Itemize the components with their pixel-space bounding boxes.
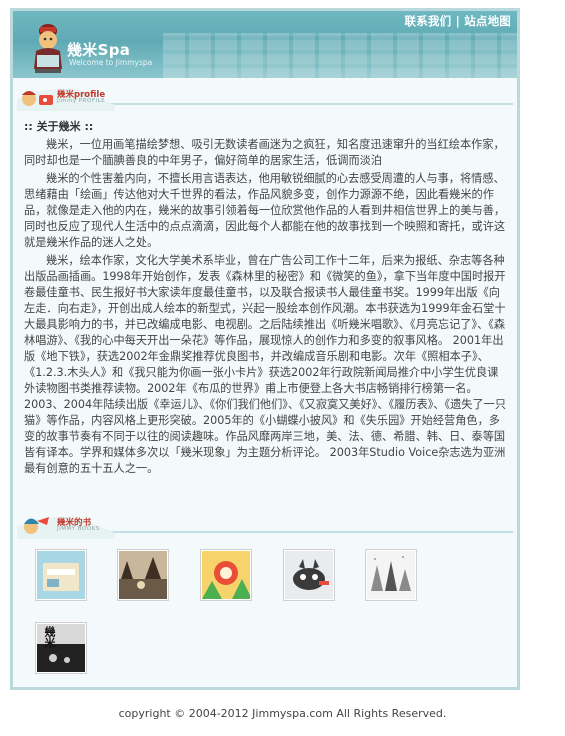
profile-paragraph: 幾米，绘本作家，文化大学美术系毕业，曾在广告公司工作十二年，后来为报纸、杂志等各… [24, 254, 507, 475]
book-cover-art [285, 551, 333, 599]
profile-section-header: 幾米profile Jimmy PROFILE [13, 85, 517, 111]
book-cover-5[interactable] [365, 549, 417, 601]
section-divider [103, 103, 513, 105]
book-cover-3[interactable] [200, 549, 252, 601]
logo-subtitle: Welcome to Jimmyspa [69, 58, 153, 67]
logo-title[interactable]: 幾米Spa [67, 39, 130, 60]
book-cover-art [37, 551, 85, 599]
profile-paragraph: 幾米，一位用画笔描绘梦想、吸引无数读者画迷为之疯狂，知名度迅速窜升的当红绘本作家… [24, 138, 505, 167]
book-cover-title: 幾米 [43, 626, 56, 648]
book-cover-6[interactable]: 幾米 [35, 622, 87, 674]
mascot-logo-icon [34, 24, 62, 73]
profile-text: 幾米，一位用画笔描绘梦想、吸引无数读者画迷为之疯狂，知名度迅速窜升的当红绘本作家… [24, 137, 508, 479]
book-cover-art [119, 551, 167, 599]
top-links: 联系我们 | 站点地图 [405, 13, 511, 29]
book-cover-art [367, 551, 415, 599]
footer-copyright: copyright © 2004-2012 Jimmyspa.com All R… [118, 707, 447, 720]
site-map-link[interactable]: 站点地图 [464, 14, 511, 28]
about-heading: :: 关于幾米 :: [24, 120, 94, 133]
profile-content: :: 关于幾米 :: 幾米，一位用画笔描绘梦想、吸引无数读者画迷为之疯狂，知名度… [16, 115, 513, 507]
books-section-subtitle: JIMMY BOOKS [57, 526, 100, 532]
book-cover-art [202, 551, 250, 599]
section-divider [103, 531, 513, 533]
profile-paragraph: 幾米的个性害羞内向，不擅长用言语表达，他用敏锐细腻的心去感受周遭的人与事，将情感… [24, 172, 506, 249]
contact-us-link[interactable]: 联系我们 [405, 14, 452, 28]
book-cover-2[interactable] [117, 549, 169, 601]
header-banner: 联系我们 | 站点地图 幾米Spa Welcome to Jimmyspa [13, 11, 517, 78]
book-cover-1[interactable] [35, 549, 87, 601]
books-section-header: 幾米的书 JIMMY BOOKS [13, 513, 517, 539]
book-cover-4[interactable] [283, 549, 335, 601]
link-separator: | [455, 14, 460, 28]
profile-section-subtitle: Jimmy PROFILE [57, 98, 106, 104]
banner-pattern [163, 33, 517, 78]
